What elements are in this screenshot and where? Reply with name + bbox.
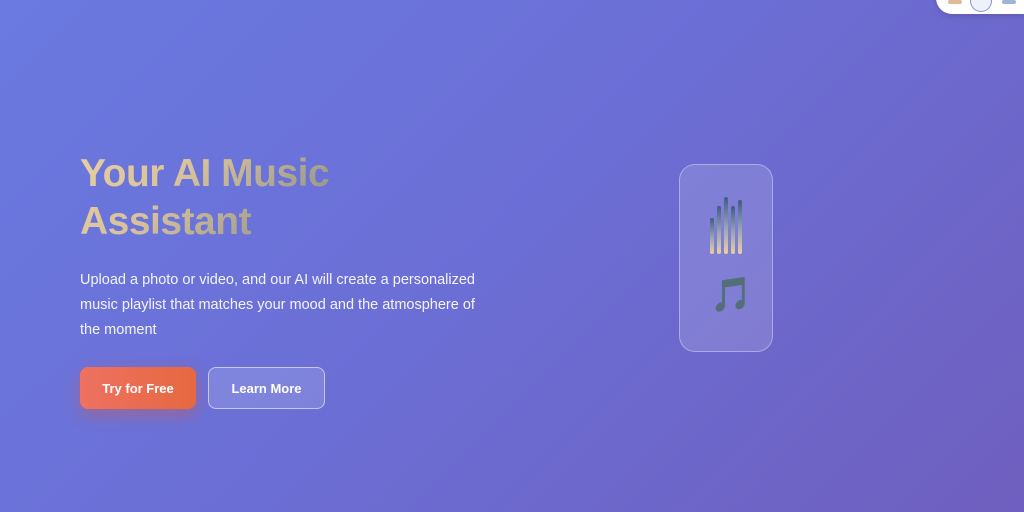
equalizer-bar — [738, 200, 742, 254]
widget-circle-icon[interactable] — [970, 0, 992, 12]
hero-title-line-2: Assistant — [80, 200, 252, 243]
hero-title-line-1: Your AI Music — [80, 152, 330, 195]
music-visual-card: 🎵 — [679, 164, 773, 352]
learn-more-button[interactable]: Learn More — [208, 367, 325, 409]
equalizer-icon — [710, 197, 742, 254]
equalizer-bar — [731, 206, 735, 254]
hero-buttons: Try for Free Learn More — [80, 367, 500, 409]
corner-widget[interactable] — [936, 0, 1024, 14]
hero-subtitle: Upload a photo or video, and our AI will… — [80, 272, 475, 338]
widget-right-mark — [1002, 0, 1016, 4]
try-for-free-button[interactable]: Try for Free — [80, 367, 196, 409]
equalizer-bar — [724, 197, 728, 254]
widget-left-mark — [948, 0, 962, 4]
equalizer-bar — [717, 206, 721, 254]
equalizer-bar — [710, 218, 714, 254]
hero-section: Your AI Music Assistant Upload a photo o… — [80, 150, 500, 409]
music-note-icon: 🎵 — [710, 276, 753, 314]
hero-title: Your AI Music Assistant — [80, 150, 500, 246]
